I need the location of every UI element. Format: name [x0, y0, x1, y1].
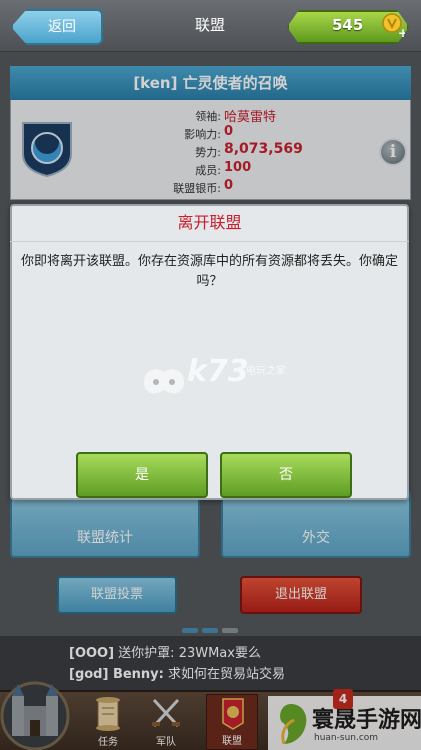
confirm-no-button[interactable]: 否 — [220, 452, 352, 498]
info-button[interactable]: i — [379, 138, 407, 166]
scroll-icon — [96, 697, 120, 731]
chat-user: [god] Benny: — [69, 667, 164, 682]
chat-user: [OOO] — [69, 646, 115, 661]
power-label: 势力: — [195, 146, 221, 159]
power-value: 8,073,569 — [224, 141, 303, 157]
dialog-message: 你即将离开该联盟。你存在资源库中的所有资源都将丢失。你确定吗？ — [20, 254, 398, 289]
page-dot — [202, 628, 218, 633]
chat-line: [god] Benny: 求如何在贸易站交易 — [69, 663, 285, 682]
coin-hand-icon[interactable]: + — [381, 13, 405, 39]
page-dot — [182, 628, 198, 633]
diplomacy-tile[interactable] — [221, 490, 411, 558]
nav-army-label: 军队 — [156, 737, 176, 748]
castle-icon[interactable] — [0, 672, 70, 750]
nav-alliance[interactable]: 联盟 — [206, 694, 258, 750]
leader-value: 哈莫雷特 — [224, 110, 277, 125]
k73-watermark: k73 — [187, 354, 249, 389]
confirm-yes-button[interactable]: 是 — [76, 452, 208, 498]
alliance-silver-value: 0 — [224, 178, 234, 193]
influence-label: 影响力: — [184, 128, 221, 141]
page-title: 联盟 — [194, 16, 225, 34]
site-url: huan-sun.com — [314, 733, 379, 743]
banner-icon — [222, 698, 244, 730]
chat-text: 求如何在贸易站交易 — [163, 667, 285, 682]
back-button-label: 返回 — [48, 19, 76, 35]
influence-value: 0 — [224, 124, 234, 139]
members-label: 成员: — [195, 164, 221, 177]
notification-badge: 4 — [333, 689, 353, 709]
dialog-title: 离开联盟 — [10, 204, 409, 242]
nav-tasks-label: 任务 — [98, 737, 118, 748]
site-logo-icon — [280, 704, 307, 745]
nav-alliance-label: 联盟 — [222, 736, 242, 747]
alliance-stats-label: 联盟统计 — [77, 530, 133, 546]
chat-line: [OOO] 送你护罩: 23WMax要么 — [69, 642, 261, 661]
alliance-name: [ken] 亡灵使者的召唤 — [10, 66, 411, 100]
back-button[interactable]: 返回 — [11, 9, 103, 45]
plus-glyph: + — [398, 26, 405, 39]
members-value: 100 — [224, 160, 252, 175]
leader-label: 领袖: — [195, 110, 221, 123]
chat-text: 送你护罩: 23WMax要么 — [114, 646, 261, 661]
nav-tasks[interactable]: 任务 — [82, 694, 134, 750]
crossed-swords-icon — [152, 698, 180, 728]
alliance-vote-button[interactable]: 联盟投票 — [57, 576, 177, 614]
page-dot — [222, 628, 238, 633]
diplomacy-label: 外交 — [302, 530, 330, 546]
alliance-emblem-icon — [22, 122, 72, 178]
site-title: 寰晟手游网 — [312, 708, 421, 733]
nav-army[interactable]: 军队 — [140, 694, 192, 750]
gold-amount: 545 — [332, 16, 364, 34]
alliance-stats-tile[interactable] — [10, 490, 200, 558]
k73-watermark-sub: 电玩之家 — [246, 366, 286, 377]
page-indicator — [182, 628, 238, 634]
leave-alliance-button[interactable]: 退出联盟 — [240, 576, 362, 614]
alliance-silver-label: 联盟银币: — [173, 182, 221, 195]
